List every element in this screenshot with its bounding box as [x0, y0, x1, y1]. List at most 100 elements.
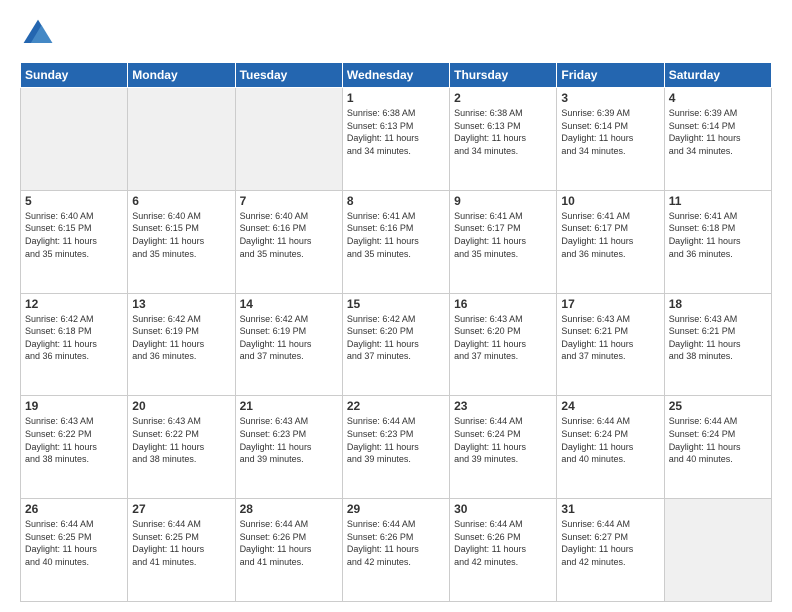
- day-info: Sunrise: 6:43 AM Sunset: 6:22 PM Dayligh…: [132, 415, 230, 465]
- day-info: Sunrise: 6:42 AM Sunset: 6:19 PM Dayligh…: [240, 313, 338, 363]
- day-number: 20: [132, 399, 230, 413]
- weekday-header-sunday: Sunday: [21, 63, 128, 88]
- day-number: 27: [132, 502, 230, 516]
- day-info: Sunrise: 6:44 AM Sunset: 6:24 PM Dayligh…: [561, 415, 659, 465]
- day-number: 28: [240, 502, 338, 516]
- day-number: 2: [454, 91, 552, 105]
- week-row-5: 26 Sunrise: 6:44 AM Sunset: 6:25 PM Dayli…: [21, 499, 772, 602]
- day-info: Sunrise: 6:43 AM Sunset: 6:21 PM Dayligh…: [669, 313, 767, 363]
- day-number: 9: [454, 194, 552, 208]
- day-info: Sunrise: 6:40 AM Sunset: 6:15 PM Dayligh…: [25, 210, 123, 260]
- calendar-cell: 10 Sunrise: 6:41 AM Sunset: 6:17 PM Dayli…: [557, 190, 664, 293]
- day-number: 5: [25, 194, 123, 208]
- day-info: Sunrise: 6:44 AM Sunset: 6:25 PM Dayligh…: [132, 518, 230, 568]
- day-number: 10: [561, 194, 659, 208]
- calendar-header: SundayMondayTuesdayWednesdayThursdayFrid…: [21, 63, 772, 88]
- header: [20, 16, 772, 52]
- day-info: Sunrise: 6:39 AM Sunset: 6:14 PM Dayligh…: [561, 107, 659, 157]
- calendar-cell: 16 Sunrise: 6:43 AM Sunset: 6:20 PM Dayli…: [450, 293, 557, 396]
- day-info: Sunrise: 6:43 AM Sunset: 6:20 PM Dayligh…: [454, 313, 552, 363]
- calendar-cell: [664, 499, 771, 602]
- calendar-cell: 2 Sunrise: 6:38 AM Sunset: 6:13 PM Daylig…: [450, 88, 557, 191]
- weekday-header-friday: Friday: [557, 63, 664, 88]
- day-info: Sunrise: 6:38 AM Sunset: 6:13 PM Dayligh…: [347, 107, 445, 157]
- calendar-cell: 4Sunrise: 6:39 AM Sunset: 6:14 PM Daylig…: [664, 88, 771, 191]
- logo: [20, 16, 60, 52]
- calendar-cell: 14 Sunrise: 6:42 AM Sunset: 6:19 PM Dayli…: [235, 293, 342, 396]
- page: SundayMondayTuesdayWednesdayThursdayFrid…: [0, 0, 792, 612]
- day-number: 23: [454, 399, 552, 413]
- day-info: Sunrise: 6:42 AM Sunset: 6:20 PM Dayligh…: [347, 313, 445, 363]
- day-number: 7: [240, 194, 338, 208]
- weekday-header-wednesday: Wednesday: [342, 63, 449, 88]
- day-info: Sunrise: 6:40 AM Sunset: 6:16 PM Dayligh…: [240, 210, 338, 260]
- calendar-cell: 29 Sunrise: 6:44 AM Sunset: 6:26 PM Dayli…: [342, 499, 449, 602]
- day-info: Sunrise: 6:43 AM Sunset: 6:22 PM Dayligh…: [25, 415, 123, 465]
- day-info: Sunrise: 6:43 AM Sunset: 6:23 PM Dayligh…: [240, 415, 338, 465]
- week-row-4: 19Sunrise: 6:43 AM Sunset: 6:22 PM Dayli…: [21, 396, 772, 499]
- day-number: 3: [561, 91, 659, 105]
- calendar-cell: 13Sunrise: 6:42 AM Sunset: 6:19 PM Dayli…: [128, 293, 235, 396]
- calendar-cell: 22Sunrise: 6:44 AM Sunset: 6:23 PM Dayli…: [342, 396, 449, 499]
- week-row-1: 1Sunrise: 6:38 AM Sunset: 6:13 PM Daylig…: [21, 88, 772, 191]
- day-info: Sunrise: 6:41 AM Sunset: 6:18 PM Dayligh…: [669, 210, 767, 260]
- day-number: 18: [669, 297, 767, 311]
- day-info: Sunrise: 6:43 AM Sunset: 6:21 PM Dayligh…: [561, 313, 659, 363]
- calendar-cell: 7 Sunrise: 6:40 AM Sunset: 6:16 PM Daylig…: [235, 190, 342, 293]
- calendar-cell: [128, 88, 235, 191]
- day-info: Sunrise: 6:41 AM Sunset: 6:17 PM Dayligh…: [561, 210, 659, 260]
- calendar-cell: 11 Sunrise: 6:41 AM Sunset: 6:18 PM Dayli…: [664, 190, 771, 293]
- calendar-cell: [21, 88, 128, 191]
- calendar-cell: 5 Sunrise: 6:40 AM Sunset: 6:15 PM Daylig…: [21, 190, 128, 293]
- day-number: 4: [669, 91, 767, 105]
- calendar-cell: 12 Sunrise: 6:42 AM Sunset: 6:18 PM Dayli…: [21, 293, 128, 396]
- calendar-cell: 19Sunrise: 6:43 AM Sunset: 6:22 PM Dayli…: [21, 396, 128, 499]
- day-info: Sunrise: 6:44 AM Sunset: 6:26 PM Dayligh…: [347, 518, 445, 568]
- calendar-body: 1Sunrise: 6:38 AM Sunset: 6:13 PM Daylig…: [21, 88, 772, 602]
- calendar-cell: 26 Sunrise: 6:44 AM Sunset: 6:25 PM Dayli…: [21, 499, 128, 602]
- calendar-cell: 24Sunrise: 6:44 AM Sunset: 6:24 PM Dayli…: [557, 396, 664, 499]
- calendar-cell: 3 Sunrise: 6:39 AM Sunset: 6:14 PM Daylig…: [557, 88, 664, 191]
- weekday-header-saturday: Saturday: [664, 63, 771, 88]
- day-number: 17: [561, 297, 659, 311]
- day-number: 26: [25, 502, 123, 516]
- calendar-cell: 18 Sunrise: 6:43 AM Sunset: 6:21 PM Dayli…: [664, 293, 771, 396]
- calendar-cell: 28 Sunrise: 6:44 AM Sunset: 6:26 PM Dayli…: [235, 499, 342, 602]
- day-info: Sunrise: 6:42 AM Sunset: 6:19 PM Dayligh…: [132, 313, 230, 363]
- day-info: Sunrise: 6:38 AM Sunset: 6:13 PM Dayligh…: [454, 107, 552, 157]
- calendar-cell: 8Sunrise: 6:41 AM Sunset: 6:16 PM Daylig…: [342, 190, 449, 293]
- day-number: 22: [347, 399, 445, 413]
- week-row-2: 5 Sunrise: 6:40 AM Sunset: 6:15 PM Daylig…: [21, 190, 772, 293]
- day-number: 12: [25, 297, 123, 311]
- calendar-cell: 1Sunrise: 6:38 AM Sunset: 6:13 PM Daylig…: [342, 88, 449, 191]
- calendar-cell: 30 Sunrise: 6:44 AM Sunset: 6:26 PM Dayli…: [450, 499, 557, 602]
- day-info: Sunrise: 6:42 AM Sunset: 6:18 PM Dayligh…: [25, 313, 123, 363]
- day-info: Sunrise: 6:44 AM Sunset: 6:26 PM Dayligh…: [240, 518, 338, 568]
- week-row-3: 12 Sunrise: 6:42 AM Sunset: 6:18 PM Dayli…: [21, 293, 772, 396]
- calendar-cell: [235, 88, 342, 191]
- calendar-cell: 9 Sunrise: 6:41 AM Sunset: 6:17 PM Daylig…: [450, 190, 557, 293]
- calendar-cell: 27 Sunrise: 6:44 AM Sunset: 6:25 PM Dayli…: [128, 499, 235, 602]
- day-number: 14: [240, 297, 338, 311]
- calendar-cell: 6 Sunrise: 6:40 AM Sunset: 6:15 PM Daylig…: [128, 190, 235, 293]
- calendar-cell: 31Sunrise: 6:44 AM Sunset: 6:27 PM Dayli…: [557, 499, 664, 602]
- day-info: Sunrise: 6:44 AM Sunset: 6:25 PM Dayligh…: [25, 518, 123, 568]
- day-number: 11: [669, 194, 767, 208]
- day-number: 25: [669, 399, 767, 413]
- day-info: Sunrise: 6:40 AM Sunset: 6:15 PM Dayligh…: [132, 210, 230, 260]
- day-number: 30: [454, 502, 552, 516]
- day-info: Sunrise: 6:41 AM Sunset: 6:16 PM Dayligh…: [347, 210, 445, 260]
- weekday-header-tuesday: Tuesday: [235, 63, 342, 88]
- day-info: Sunrise: 6:44 AM Sunset: 6:24 PM Dayligh…: [669, 415, 767, 465]
- day-number: 16: [454, 297, 552, 311]
- day-info: Sunrise: 6:41 AM Sunset: 6:17 PM Dayligh…: [454, 210, 552, 260]
- calendar-cell: 15Sunrise: 6:42 AM Sunset: 6:20 PM Dayli…: [342, 293, 449, 396]
- day-number: 6: [132, 194, 230, 208]
- day-number: 29: [347, 502, 445, 516]
- weekday-row: SundayMondayTuesdayWednesdayThursdayFrid…: [21, 63, 772, 88]
- calendar-cell: 20 Sunrise: 6:43 AM Sunset: 6:22 PM Dayli…: [128, 396, 235, 499]
- day-info: Sunrise: 6:44 AM Sunset: 6:24 PM Dayligh…: [454, 415, 552, 465]
- weekday-header-monday: Monday: [128, 63, 235, 88]
- day-info: Sunrise: 6:44 AM Sunset: 6:26 PM Dayligh…: [454, 518, 552, 568]
- day-info: Sunrise: 6:44 AM Sunset: 6:27 PM Dayligh…: [561, 518, 659, 568]
